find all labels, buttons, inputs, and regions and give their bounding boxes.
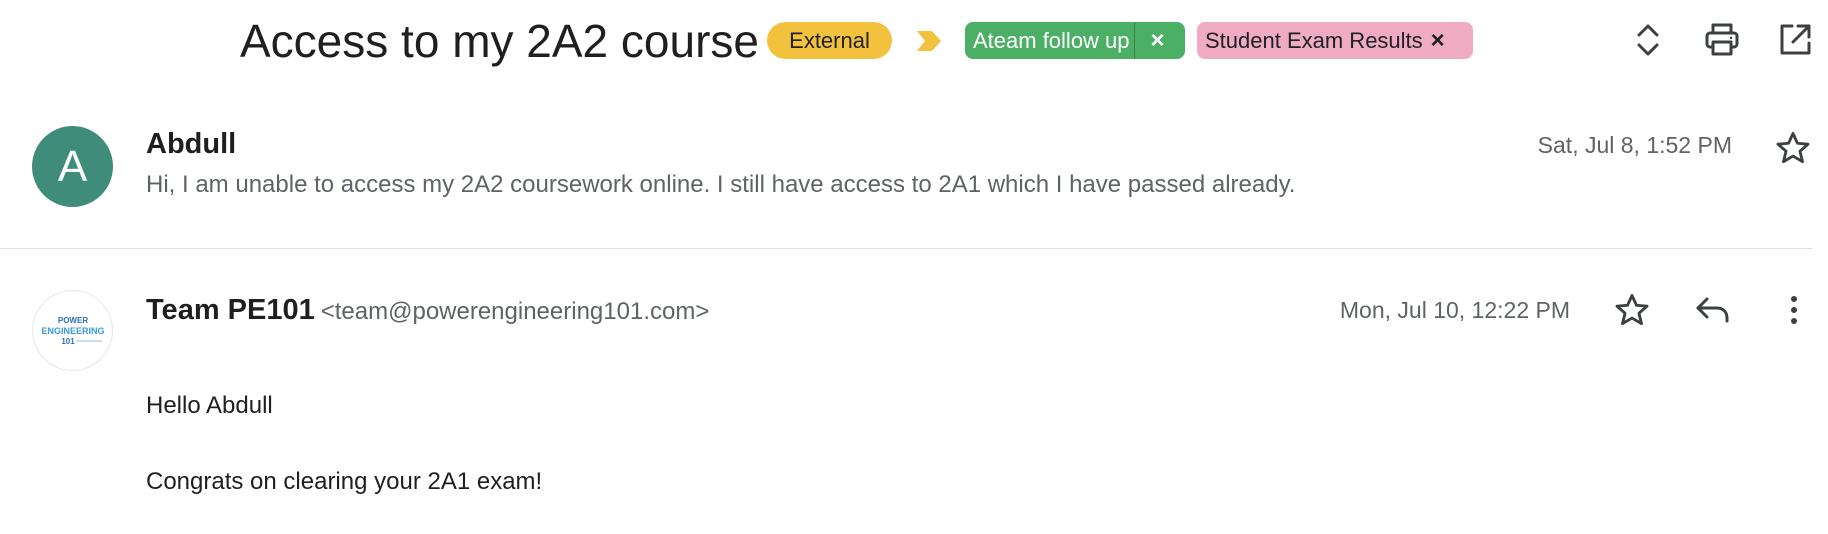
sender-name: Abdull	[146, 128, 237, 160]
svg-text:101: 101	[61, 337, 75, 346]
message-collapsed-abdull[interactable]: A Abdull Hi, I am unable to access my 2A…	[0, 100, 1828, 248]
chip-divider	[1133, 22, 1135, 59]
message-body-line: Hello Abdull	[146, 392, 273, 419]
sender-line: Team PE101 <team@powerengineering101.com>	[146, 294, 709, 327]
label-chip-label: External	[789, 28, 870, 53]
power-engineering-logo-icon[interactable]: POWER ENGINEERING 101	[32, 290, 113, 371]
message-divider	[0, 248, 1812, 249]
expand-collapse-icon[interactable]	[1628, 20, 1668, 60]
label-chip-label: Ateam follow up	[973, 28, 1130, 53]
label-chip-external[interactable]: External	[767, 22, 892, 59]
message-date: Mon, Jul 10, 12:22 PM	[1339, 297, 1570, 323]
svg-text:POWER: POWER	[57, 316, 87, 325]
message-date: Sat, Jul 8, 1:52 PM	[1537, 132, 1732, 158]
star-icon[interactable]	[1612, 290, 1652, 330]
more-options-icon[interactable]	[1774, 290, 1814, 330]
thread-subject: Access to my 2A2 course	[240, 15, 759, 67]
remove-label-icon[interactable]: ×	[1151, 22, 1165, 59]
avatar-letter: A	[57, 141, 88, 191]
print-icon[interactable]	[1702, 20, 1742, 60]
message-expanded-team-pe101: POWER ENGINEERING 101 Team PE101 <team@po…	[0, 270, 1828, 534]
message-snippet: Hi, I am unable to access my 2A2 coursew…	[146, 171, 1296, 198]
importance-marker-icon[interactable]	[916, 29, 942, 53]
svg-text:ENGINEERING: ENGINEERING	[41, 326, 104, 336]
open-in-new-window-icon[interactable]	[1775, 20, 1815, 60]
star-icon[interactable]	[1774, 129, 1812, 167]
remove-label-icon[interactable]: ×	[1431, 22, 1445, 59]
label-chip-label: Student Exam Results	[1205, 28, 1423, 53]
label-chip-ateam-follow-up[interactable]: Ateam follow up ×	[965, 22, 1185, 59]
thread-header: Access to my 2A2 course External Ateam f…	[0, 0, 1828, 82]
message-body-line: Congrats on clearing your 2A1 exam!	[146, 468, 543, 495]
reply-icon[interactable]	[1693, 290, 1733, 330]
sender-email: <team@powerengineering101.com>	[320, 298, 710, 325]
avatar[interactable]: A	[32, 126, 113, 207]
sender-name[interactable]: Team PE101	[146, 294, 315, 326]
label-chip-student-exam-results[interactable]: Student Exam Results ×	[1197, 22, 1473, 59]
